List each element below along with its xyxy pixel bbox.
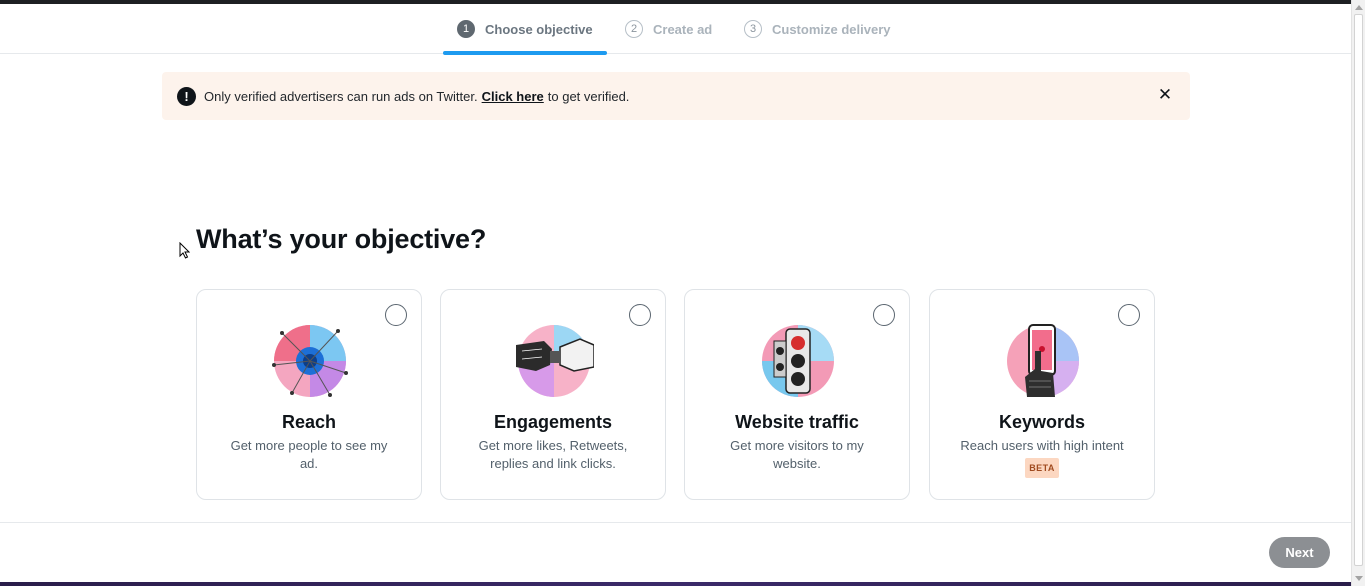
step-customize-delivery[interactable]: 3 Customize delivery [744,4,891,54]
objective-stepper: 1 Choose objective 2 Create ad 3 Customi… [0,4,1351,55]
objective-description: Get more people to see my ad. [230,438,388,471]
vertical-scrollbar[interactable] [1351,0,1365,586]
objective-card-website-traffic[interactable]: Website traffic Get more visitors to my … [684,289,910,500]
step-choose-objective[interactable]: 1 Choose objective [443,4,607,55]
objective-title: Reach [281,412,337,432]
step-number-1: 1 [457,20,475,38]
phone-tap-illustration-icon [1007,324,1079,397]
alert-icon: ! [177,86,196,106]
scroll-down-arrow-icon[interactable] [1355,576,1363,581]
fist-bump-illustration-icon [516,325,594,397]
objective-card-reach[interactable]: Reach Get more people to see my ad. [196,289,422,500]
step-number-3: 3 [744,20,762,38]
bottom-bar [0,582,1351,586]
next-button[interactable]: Next [1269,537,1330,568]
objective-description: Reach users with high intent BETA [956,437,1128,478]
radio-button[interactable] [385,304,407,326]
footer-divider [0,522,1351,523]
traffic-light-illustration-icon [762,325,834,397]
close-icon[interactable]: ✕ [1155,85,1175,105]
objective-title: Website traffic [735,412,859,432]
step-create-ad[interactable]: 2 Create ad [625,4,712,54]
page-title: What’s your objective? [196,224,487,254]
scroll-up-arrow-icon[interactable] [1355,5,1363,10]
objective-title: Keywords [998,412,1086,432]
objective-description: Get more likes, Retweets, replies and li… [478,438,628,471]
scrollbar-thumb[interactable] [1354,14,1363,566]
objective-card-keywords[interactable]: Keywords Reach users with high intent BE… [929,289,1155,500]
radio-button[interactable] [1118,304,1140,326]
verify-link[interactable]: Click here [482,89,544,104]
mouse-cursor-icon [179,242,190,259]
radio-button[interactable] [873,304,895,326]
radio-button[interactable] [629,304,651,326]
step-label: Create ad [653,21,713,37]
objective-card-engagements[interactable]: Engagements Get more likes, Retweets, re… [440,289,666,500]
beta-badge: BETA [1025,458,1059,478]
objective-description: Get more visitors to my website. [730,438,864,471]
reach-illustration-icon [272,325,348,397]
step-number-2: 2 [625,20,643,38]
alert-text-suffix: to get verified. [547,88,630,104]
objective-description-text: Reach users with high intent [960,438,1124,453]
step-label: Customize delivery [772,21,891,37]
alert-text: Only verified advertisers can run ads on… [204,88,478,104]
objective-title: Engagements [493,412,613,432]
verification-alert: ! Only verified advertisers can run ads … [162,72,1190,120]
step-label: Choose objective [485,21,593,37]
